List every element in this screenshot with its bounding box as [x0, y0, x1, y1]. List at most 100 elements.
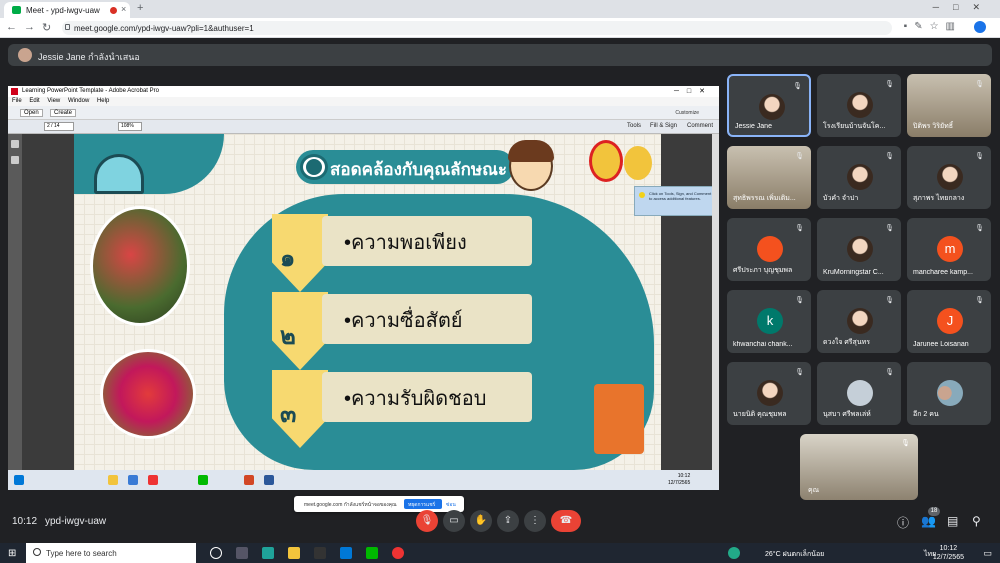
participant-name: นุสบา ศรีพลเล่ห์: [823, 411, 871, 418]
window-controls[interactable]: ─□✕: [933, 2, 994, 13]
mic-off-icon: 🎙: [795, 297, 804, 304]
self-view-tile[interactable]: คุณ 🎙: [800, 434, 918, 500]
mic-off-icon: 🎙: [795, 225, 804, 232]
participant-tile[interactable]: 🎙 สุทธิพรรณ เพิ่มเติม...: [727, 146, 811, 209]
item-number: ๑: [280, 245, 296, 272]
item-card: •ความซื่อสัตย์: [322, 294, 532, 344]
acrobat-side-panel: [8, 134, 22, 470]
mic-off-icon: 🎙: [885, 225, 894, 232]
help-icon[interactable]: [728, 547, 740, 559]
close-tab-icon[interactable]: ×: [121, 4, 126, 14]
participant-tile[interactable]: 🎙 นุสบา ศรีพลเล่ห์: [817, 362, 901, 425]
participant-avatar: m: [937, 236, 963, 262]
participant-tile[interactable]: m 🎙 manchareе kamp...: [907, 218, 991, 281]
camera-toggle-button[interactable]: ▭: [443, 510, 465, 532]
task-view-icon[interactable]: [236, 547, 248, 559]
file-explorer-icon[interactable]: [288, 547, 300, 559]
edge-icon[interactable]: [262, 547, 274, 559]
participant-tile[interactable]: 🎙 สุภาพร ไทยกลาง: [907, 146, 991, 209]
people-icon[interactable]: 👥: [921, 514, 936, 528]
meeting-code: ypd-iwgv-uaw: [45, 516, 107, 527]
participant-tile[interactable]: 🎙 ปิติพร วิริยัทธิ์: [907, 74, 991, 137]
presenting-text: Jessie Jane กำลังนำเสนอ: [38, 52, 140, 62]
participant-tile[interactable]: J 🎙 Jarunee Loisanan: [907, 290, 991, 353]
participant-avatar: [847, 380, 873, 406]
school-logo: [589, 140, 623, 182]
participant-tile[interactable]: 🎙 โรงเรียนบ้านจันโค...: [817, 74, 901, 137]
mic-toggle-button[interactable]: 🎙: [416, 510, 438, 532]
app-icon: [128, 475, 138, 485]
weather-text[interactable]: 26°C ฝนตกเล็กน้อย: [765, 549, 824, 560]
leave-call-button[interactable]: ☎: [551, 510, 581, 532]
participant-name: นายนิติ คุณชุมพล: [733, 411, 787, 418]
photo-students-clothes: [100, 349, 196, 439]
meeting-time: 10:12: [12, 516, 38, 527]
acrobat-toolbar: Open Create Customize: [8, 106, 719, 120]
chrome-icon[interactable]: [392, 547, 404, 559]
mic-off-icon: 🎙: [975, 153, 984, 160]
browser-tab[interactable]: Meet - ypd-iwgv-uaw ×: [4, 2, 130, 18]
line-icon[interactable]: [366, 547, 378, 559]
presenter-date: 12/7/2565: [668, 480, 691, 486]
browser-extension-icons[interactable]: ▪✎☆▥: [904, 21, 962, 32]
slide-title-pill: สอดคล้องกับคุณลักษณะ: [296, 150, 514, 184]
mic-off-icon: 🎙: [885, 369, 894, 376]
participant-avatar: [847, 164, 873, 190]
participant-tile[interactable]: 🎙 KruMorningstar C...: [817, 218, 901, 281]
notifications-icon[interactable]: ▭: [983, 548, 992, 559]
customize-label: Customize: [675, 110, 699, 116]
clock-time: 10:12: [939, 545, 958, 552]
participant-name: khwanchai chank...: [733, 341, 793, 348]
acrobat-icon: [11, 88, 18, 95]
acrobat-title: Learning PowerPoint Template - Adobe Acr…: [22, 88, 159, 94]
raise-hand-button[interactable]: ✋: [470, 510, 492, 532]
activities-icon[interactable]: ⚲: [972, 514, 981, 528]
tab-title: Meet - ypd-iwgv-uaw: [26, 6, 100, 15]
chat-icon[interactable]: ▤: [947, 514, 958, 528]
mic-off-icon: 🎙: [795, 153, 804, 160]
profile-avatar[interactable]: [974, 21, 986, 33]
mail-icon[interactable]: [340, 547, 352, 559]
windows-icon: [14, 475, 24, 485]
url-text: meet.google.com/ypd-iwgv-uaw?pli=1&authu…: [74, 24, 254, 33]
mic-off-icon: 🎙: [885, 153, 894, 160]
reload-icon[interactable]: ↻: [42, 21, 51, 34]
mic-off-icon: 🎙: [975, 81, 984, 88]
meeting-info-icon[interactable]: ⓘ: [897, 514, 909, 531]
presenter-taskbar: 10:12 12/7/2565: [8, 470, 719, 490]
participant-tile[interactable]: 🎙 Jessie Jane: [727, 74, 811, 137]
participant-tile[interactable]: อีก 2 คน: [907, 362, 991, 425]
mic-off-icon: 🎙: [795, 369, 804, 376]
participant-avatar: [757, 380, 783, 406]
participant-name: สุทธิพรรณ เพิ่มเติม...: [733, 195, 796, 202]
acrobat-tip-popup: Click on Tools, Sign, and Comment to acc…: [634, 186, 718, 216]
present-button[interactable]: ⇪: [497, 510, 519, 532]
presenter-clock: 10:12 12/7/2565: [668, 473, 690, 487]
participant-tile[interactable]: 🎙 ศรีประภา บุญชุมพล: [727, 218, 811, 281]
start-icon[interactable]: ⊞: [8, 548, 16, 559]
powerpoint-icon: [244, 475, 254, 485]
new-tab-button[interactable]: +: [137, 2, 143, 14]
presenter-time: 10:12: [677, 473, 691, 479]
participant-tile[interactable]: 🎙 นายนิติ คุณชุมพล: [727, 362, 811, 425]
participant-tile[interactable]: 🎙 บัวคำ จำปา: [817, 146, 901, 209]
system-clock[interactable]: 10:12 12/7/2565: [933, 544, 964, 562]
acrobat-menubar: File Edit View Window Help: [8, 97, 719, 106]
notebook-illustration: [594, 384, 644, 454]
participant-tile[interactable]: 🎙 ดวงใจ ศรีสุนทร: [817, 290, 901, 353]
tools-tab: Tools: [627, 123, 642, 129]
participant-avatar: k: [757, 308, 783, 334]
forward-icon[interactable]: →: [24, 21, 35, 33]
cortana-icon[interactable]: [210, 547, 222, 559]
more-options-button[interactable]: ⋮: [524, 510, 546, 532]
emblem-logo: [624, 146, 652, 180]
menu-edit: Edit: [29, 98, 40, 104]
address-bar[interactable]: meet.google.com/ypd-iwgv-uaw?pli=1&authu…: [62, 21, 892, 35]
winamp-icon[interactable]: [314, 547, 326, 559]
back-icon[interactable]: ←: [6, 21, 17, 33]
taskbar-search[interactable]: Type here to search: [26, 543, 196, 563]
item-number: ๓: [280, 401, 297, 428]
girl-illustration: [508, 140, 554, 191]
participant-tile[interactable]: k 🎙 khwanchai chank...: [727, 290, 811, 353]
participant-avatar: [847, 308, 873, 334]
